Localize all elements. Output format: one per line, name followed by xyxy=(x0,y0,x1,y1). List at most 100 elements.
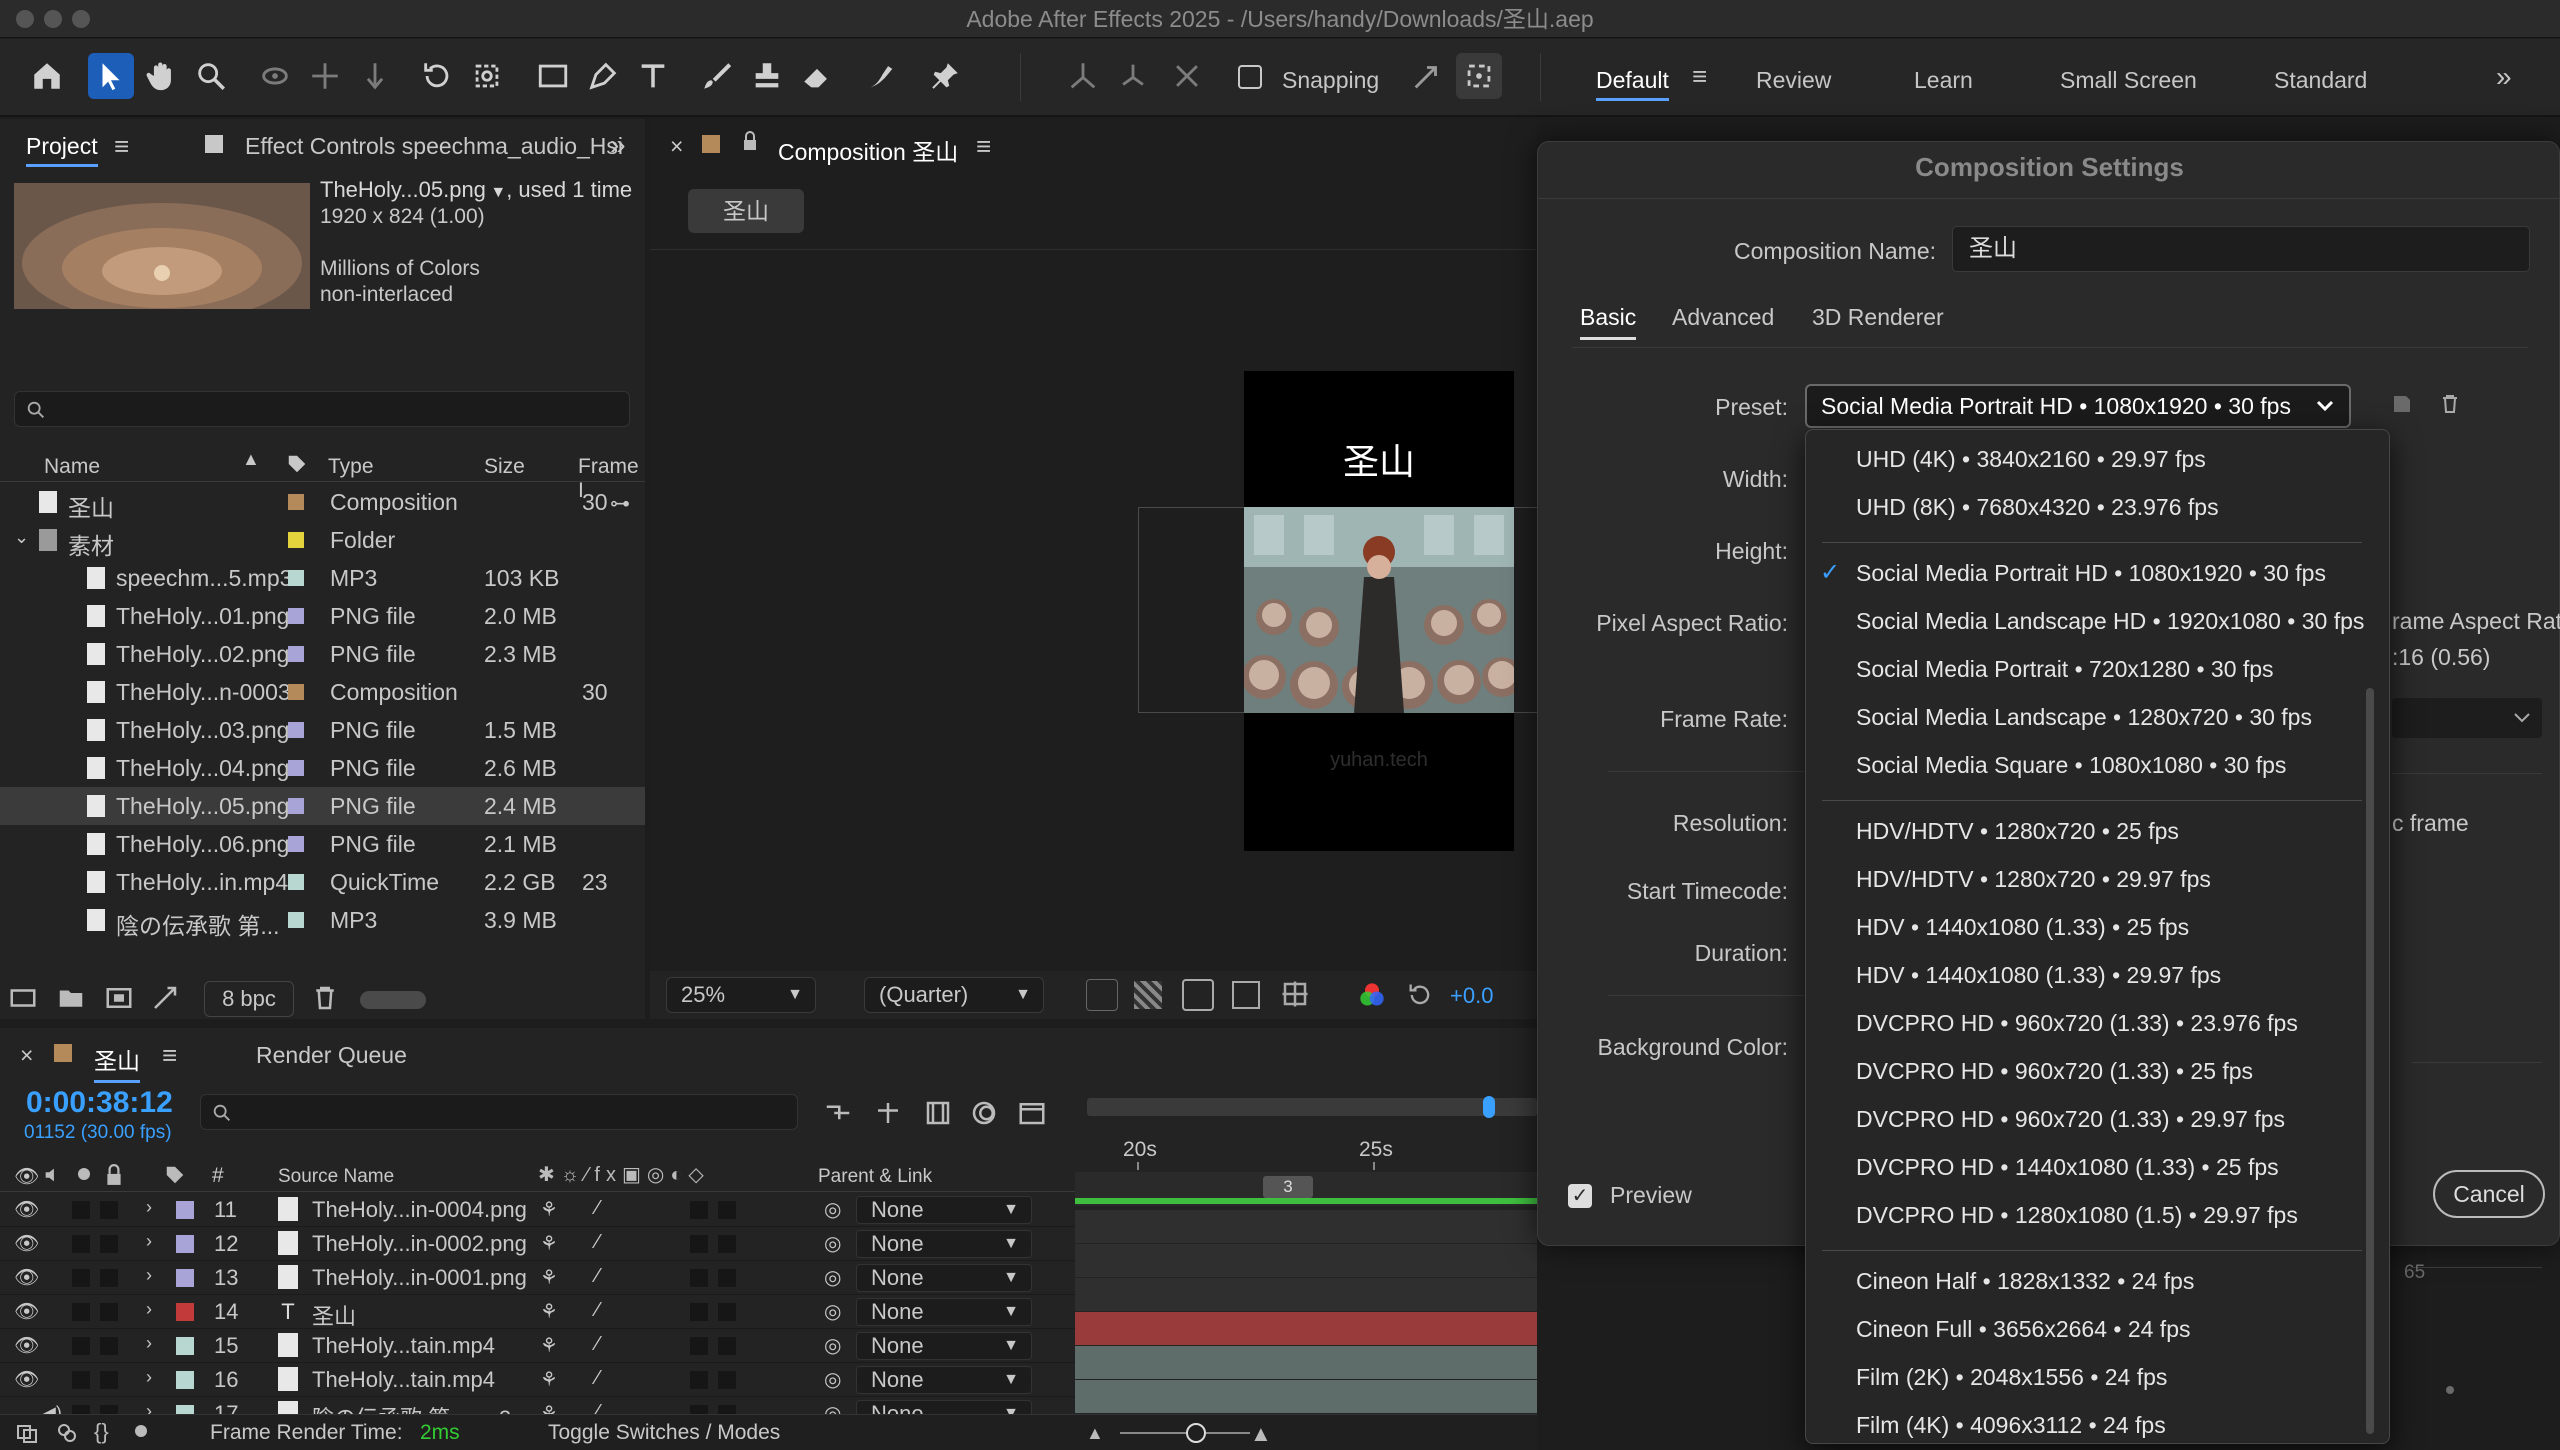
effect-controls-tab[interactable]: Effect Controls speechma_audio_Hsi xyxy=(245,133,623,160)
parent-link-column[interactable]: Parent & Link xyxy=(818,1166,932,1188)
timeline-tab-menu-icon[interactable]: ≡ xyxy=(162,1040,177,1071)
parent-dropdown[interactable]: None ▼ xyxy=(856,1332,1032,1360)
delete-preset-icon[interactable] xyxy=(2438,392,2462,416)
preset-option[interactable]: DVCPRO HD • 1280x1080 (1.5) • 29.97 fps xyxy=(1806,1192,2366,1238)
thumbnail-size-slider[interactable] xyxy=(360,991,426,1009)
timeline-search-input[interactable] xyxy=(200,1094,798,1130)
world-axis-icon[interactable] xyxy=(1060,53,1106,99)
eye-icon[interactable]: 👁 xyxy=(14,1299,39,1324)
layer-duration-bar[interactable] xyxy=(1075,1278,1537,1311)
render-toggle-icon[interactable] xyxy=(14,1421,40,1445)
lock-toggle[interactable] xyxy=(100,1235,118,1253)
preset-option[interactable]: UHD (4K) • 3840x2160 • 29.97 fps xyxy=(1806,436,2366,482)
clone-stamp-tool-icon[interactable] xyxy=(744,53,790,99)
label-swatch[interactable] xyxy=(288,722,304,738)
mask-visibility-icon[interactable] xyxy=(1182,979,1214,1011)
preset-option[interactable]: HDV/HDTV • 1280x720 • 25 fps xyxy=(1806,808,2366,854)
interpret-footage-icon[interactable] xyxy=(8,983,38,1013)
3d-layer-toggle[interactable] xyxy=(718,1337,736,1355)
layer-switches-icon[interactable] xyxy=(54,1421,80,1445)
eye-icon[interactable]: 👁 xyxy=(14,1164,39,1189)
eye-icon[interactable]: 👁 xyxy=(14,1265,39,1290)
project-item[interactable]: TheHoly...n-0003 Composition 30 xyxy=(0,673,645,711)
preset-dropdown[interactable]: Social Media Portrait HD • 1080x1920 • 3… xyxy=(1805,384,2351,428)
parent-dropdown[interactable]: None ▼ xyxy=(856,1196,1032,1224)
motion-blur-icon[interactable] xyxy=(968,1098,1000,1128)
3d-layer-toggle[interactable] xyxy=(718,1235,736,1253)
frame-rate-mode-dropdown[interactable] xyxy=(2392,698,2542,738)
navigator-handle[interactable] xyxy=(1483,1096,1495,1118)
pick-whip-icon[interactable]: ◎ xyxy=(824,1333,841,1358)
parent-dropdown[interactable]: None ▼ xyxy=(856,1230,1032,1258)
project-tab-menu-icon[interactable]: ≡ xyxy=(114,131,129,162)
adjustment-toggle[interactable] xyxy=(690,1371,708,1389)
new-folder-icon[interactable] xyxy=(56,983,86,1013)
label-swatch[interactable] xyxy=(288,912,304,928)
comp-mini-flowchart-icon[interactable] xyxy=(822,1098,854,1128)
preset-option[interactable]: DVCPRO HD • 960x720 (1.33) • 29.97 fps xyxy=(1806,1096,2366,1142)
speaker-icon[interactable] xyxy=(42,1164,64,1186)
workspace-learn[interactable]: Learn xyxy=(1914,67,1973,94)
layer-label-swatch[interactable] xyxy=(176,1371,194,1389)
column-name[interactable]: Name xyxy=(44,455,100,479)
chevron-right-icon[interactable]: › xyxy=(146,1265,152,1286)
solo-toggle[interactable] xyxy=(72,1303,90,1321)
eye-icon[interactable]: 👁 xyxy=(14,1367,39,1392)
lock-column-icon[interactable] xyxy=(104,1164,124,1186)
project-tab[interactable]: Project xyxy=(26,133,98,167)
layer-duration-bar[interactable] xyxy=(1075,1346,1537,1379)
preset-option[interactable]: DVCPRO HD • 960x720 (1.33) • 23.976 fps xyxy=(1806,1000,2366,1046)
solo-toggle[interactable] xyxy=(72,1201,90,1219)
lock-toggle[interactable] xyxy=(100,1337,118,1355)
quality-switch-icon[interactable]: ⁄ xyxy=(596,1333,599,1356)
workspace-standard[interactable]: Standard xyxy=(2274,67,2367,94)
region-of-interest-icon[interactable] xyxy=(1232,981,1260,1009)
preset-option[interactable]: Social Media Square • 1080x1080 • 30 fps xyxy=(1806,742,2366,788)
flowchart-icon[interactable]: ⊶ xyxy=(610,491,630,516)
parent-dropdown[interactable]: None ▼ xyxy=(856,1366,1032,1394)
eye-icon[interactable]: 👁 xyxy=(14,1231,39,1256)
project-item[interactable]: speechm...5.mp3 MP3 103 KB xyxy=(0,559,645,597)
column-size[interactable]: Size xyxy=(484,455,525,479)
3d-layer-toggle[interactable] xyxy=(718,1201,736,1219)
anchor-point-tool-icon[interactable] xyxy=(464,53,510,99)
magnification-dropdown[interactable]: 25% ▼ xyxy=(666,977,816,1013)
label-column-icon[interactable] xyxy=(164,1164,186,1186)
preset-option[interactable]: Social Media Landscape • 1280x720 • 30 f… xyxy=(1806,694,2366,740)
chevron-right-icon[interactable]: › xyxy=(146,1367,152,1388)
snap-arrow-icon[interactable] xyxy=(1404,53,1450,99)
lock-toggle[interactable] xyxy=(100,1371,118,1389)
panel-overflow-icon[interactable]: » xyxy=(610,129,626,161)
layer-row[interactable]: 👁 › 13 TheHoly...in-0001.png ⚘ ⁄ ◎ None ▼ xyxy=(0,1261,1075,1295)
grid-guide-icon[interactable] xyxy=(1280,979,1310,1009)
comp-name-input[interactable]: 圣山 xyxy=(1952,226,2530,272)
preset-option[interactable]: HDV/HDTV • 1280x720 • 29.97 fps xyxy=(1806,856,2366,902)
workspace-small-screen[interactable]: Small Screen xyxy=(2060,67,2197,94)
lock-toggle[interactable] xyxy=(100,1269,118,1287)
adjustment-toggle[interactable] xyxy=(690,1201,708,1219)
solo-toggle[interactable] xyxy=(72,1235,90,1253)
timeline-tab[interactable]: 圣山 xyxy=(94,1042,140,1083)
orbit-camera-icon[interactable] xyxy=(252,53,298,99)
comp-name-chip[interactable]: 圣山 xyxy=(688,189,804,233)
bit-depth-button[interactable]: 8 bpc xyxy=(204,981,294,1017)
preset-option[interactable]: Social Media Landscape HD • 1920x1080 • … xyxy=(1806,598,2366,644)
work-area-bar[interactable]: 3 xyxy=(1075,1172,1537,1206)
shy-switch-icon[interactable]: ⚘ xyxy=(540,1333,558,1358)
work-area-navigator[interactable] xyxy=(1087,1098,1537,1116)
timeline-zoom-handle[interactable] xyxy=(1186,1423,1206,1443)
parent-dropdown[interactable]: None ▼ xyxy=(856,1264,1032,1292)
modes-icon[interactable]: {} xyxy=(94,1419,109,1445)
pick-whip-icon[interactable]: ◎ xyxy=(824,1299,841,1324)
chevron-right-icon[interactable]: › xyxy=(146,1333,152,1354)
current-timecode[interactable]: 0:00:38:12 xyxy=(26,1086,173,1120)
frame-blending-icon[interactable] xyxy=(922,1098,954,1128)
shy-switch-icon[interactable]: ⚘ xyxy=(540,1299,558,1324)
dropdown-scrollbar[interactable] xyxy=(2366,688,2374,1434)
preset-option[interactable]: Cineon Full • 3656x2664 • 24 fps xyxy=(1806,1306,2366,1352)
rectangle-tool-icon[interactable] xyxy=(530,53,576,99)
quality-switch-icon[interactable]: ⁄ xyxy=(596,1367,599,1390)
preset-option[interactable]: Film (4K) • 4096x3112 • 24 fps xyxy=(1806,1402,2366,1448)
adjustment-toggle[interactable] xyxy=(690,1337,708,1355)
adjustment-toggle[interactable] xyxy=(690,1269,708,1287)
